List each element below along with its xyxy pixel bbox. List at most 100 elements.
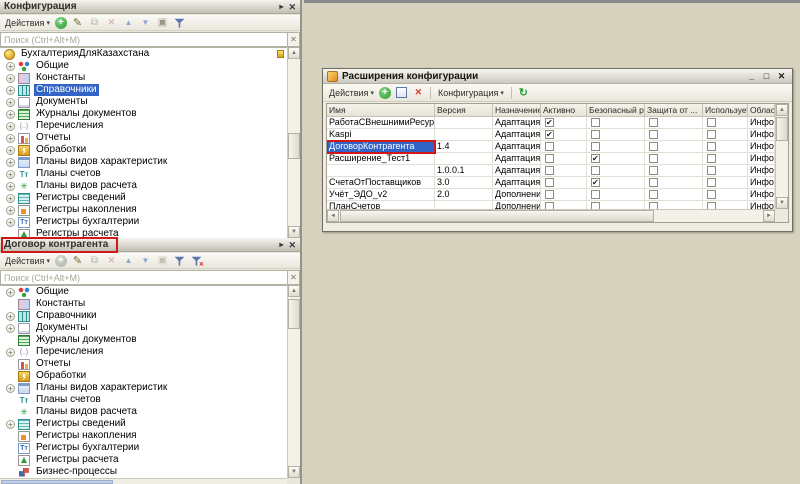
safe-mode-checkbox[interactable]: [591, 190, 600, 199]
expand-icon[interactable]: +: [6, 134, 15, 143]
use-main-roles-checkbox[interactable]: [707, 142, 716, 151]
add-icon[interactable]: [55, 17, 67, 29]
tree-item[interactable]: +Регистры расчета: [0, 228, 287, 238]
expand-icon[interactable]: +: [6, 348, 15, 357]
scrollbar-thumb[interactable]: [1, 480, 113, 484]
expand-icon[interactable]: +: [6, 122, 15, 131]
tree-item[interactable]: +Отчеты: [0, 132, 287, 144]
expand-icon[interactable]: +: [6, 98, 15, 107]
horizontal-scrollbar[interactable]: [0, 478, 287, 484]
protection-checkbox[interactable]: [649, 154, 658, 163]
tree-item[interactable]: +Регистры накопления: [0, 430, 287, 442]
move-down-icon[interactable]: [139, 16, 152, 29]
maximize-button[interactable]: □: [760, 70, 773, 83]
tree-item[interactable]: +Регистры бухгалтерии: [0, 442, 287, 454]
cell-name[interactable]: Расширение_Тест1: [327, 153, 435, 165]
panel-menu-icon[interactable]: ▸: [279, 238, 283, 252]
properties-icon[interactable]: [156, 16, 169, 29]
use-main-roles-checkbox[interactable]: [707, 202, 716, 209]
tree-item[interactable]: +Регистры накопления: [0, 204, 287, 216]
column-header[interactable]: Защита от ...: [645, 104, 703, 117]
safe-mode-checkbox[interactable]: [591, 154, 600, 163]
expand-icon[interactable]: +: [6, 146, 15, 155]
table-row[interactable]: Учёт_ЭДО_v22.0ДополнениеИнфор: [327, 189, 775, 201]
expand-icon[interactable]: +: [6, 170, 15, 179]
column-header[interactable]: Назначение: [493, 104, 541, 117]
expand-icon[interactable]: +: [6, 206, 15, 215]
tree-item[interactable]: +Константы: [0, 72, 287, 84]
move-up-icon[interactable]: [122, 16, 135, 29]
protection-checkbox[interactable]: [649, 166, 658, 175]
tree-item[interactable]: +Константы: [0, 298, 287, 310]
clear-search-icon[interactable]: [287, 32, 300, 47]
minimize-button[interactable]: _: [745, 70, 758, 83]
vertical-scrollbar[interactable]: ▲ ▼: [287, 285, 300, 478]
close-button[interactable]: ✕: [775, 70, 788, 83]
scroll-left-icon[interactable]: ◄: [327, 210, 339, 222]
active-checkbox[interactable]: [545, 154, 554, 163]
active-checkbox[interactable]: [545, 190, 554, 199]
expand-icon[interactable]: +: [6, 384, 15, 393]
tree-item[interactable]: +Перечисления: [0, 120, 287, 132]
protection-checkbox[interactable]: [649, 130, 658, 139]
protection-checkbox[interactable]: [649, 190, 658, 199]
active-checkbox[interactable]: [545, 142, 554, 151]
protection-checkbox[interactable]: [649, 202, 658, 209]
tree-item[interactable]: +Отчеты: [0, 358, 287, 370]
tree-item[interactable]: БухгалтерияДляКазахстана: [0, 48, 287, 60]
close-icon[interactable]: ✕: [288, 238, 296, 252]
table-row[interactable]: KaspiАдаптацияИнфор: [327, 129, 775, 141]
column-header[interactable]: Облас: [748, 104, 775, 117]
tree-item[interactable]: +Документы: [0, 96, 287, 108]
column-header[interactable]: Активно: [541, 104, 587, 117]
table-row[interactable]: ДоговорКонтрагента1.4АдаптацияИнфор: [327, 141, 775, 153]
filter-clear-icon[interactable]: [190, 254, 203, 267]
scrollbar-thumb[interactable]: [776, 117, 788, 141]
change-icon[interactable]: [395, 86, 408, 99]
column-header[interactable]: Безопасный реж..: [587, 104, 645, 117]
close-icon[interactable]: ✕: [288, 0, 296, 14]
tree-item[interactable]: +Общие: [0, 286, 287, 298]
active-checkbox[interactable]: [545, 202, 554, 209]
panel-menu-icon[interactable]: ▸: [279, 0, 283, 14]
cell-name[interactable]: ДоговорКонтрагента: [327, 141, 435, 153]
use-main-roles-checkbox[interactable]: [707, 166, 716, 175]
actions-menu-button[interactable]: Действия: [327, 88, 376, 98]
cell-name[interactable]: СчетаОтПоставщиков: [327, 177, 435, 189]
table-row[interactable]: РаботаСВнешнимиРесурсамиАдаптацияИнфор: [327, 117, 775, 129]
scroll-up-icon[interactable]: ▲: [776, 104, 788, 116]
search-input[interactable]: [0, 32, 300, 47]
expand-icon[interactable]: +: [6, 62, 15, 71]
tree-item[interactable]: +Журналы документов: [0, 334, 287, 346]
tree-item[interactable]: +Бизнес-процессы: [0, 466, 287, 478]
expand-icon[interactable]: +: [6, 86, 15, 95]
table-horizontal-scrollbar[interactable]: ◄ ►: [327, 209, 775, 222]
safe-mode-checkbox[interactable]: [591, 142, 600, 151]
clear-search-icon[interactable]: [287, 270, 300, 285]
safe-mode-checkbox[interactable]: [591, 202, 600, 209]
safe-mode-checkbox[interactable]: [591, 166, 600, 175]
tree-item[interactable]: +Перечисления: [0, 346, 287, 358]
expand-icon[interactable]: +: [6, 158, 15, 167]
edit-icon[interactable]: [71, 254, 84, 267]
expand-icon[interactable]: +: [6, 110, 15, 119]
column-header[interactable]: Имя: [327, 104, 435, 117]
scroll-up-icon[interactable]: ▲: [288, 285, 300, 297]
cell-name[interactable]: РаботаСВнешнимиРесурсами: [327, 117, 435, 129]
table-vertical-scrollbar[interactable]: ▲ ▼: [775, 104, 788, 209]
active-checkbox[interactable]: [545, 166, 554, 175]
expand-icon[interactable]: +: [6, 74, 15, 83]
expand-icon[interactable]: +: [6, 218, 15, 227]
use-main-roles-checkbox[interactable]: [707, 130, 716, 139]
move-up-icon[interactable]: [122, 254, 135, 267]
tree-item[interactable]: +Регистры сведений: [0, 192, 287, 204]
actions-menu-button[interactable]: Действия: [3, 18, 52, 28]
protection-checkbox[interactable]: [649, 178, 658, 187]
protection-checkbox[interactable]: [649, 118, 658, 127]
scrollbar-thumb[interactable]: [340, 210, 654, 222]
tree-item[interactable]: +Планы видов характеристик: [0, 156, 287, 168]
tree-item[interactable]: +Справочники: [0, 310, 287, 322]
tree-item[interactable]: +Общие: [0, 60, 287, 72]
scroll-up-icon[interactable]: ▲: [288, 47, 300, 59]
vertical-scrollbar[interactable]: ▲ ▼: [287, 47, 300, 238]
